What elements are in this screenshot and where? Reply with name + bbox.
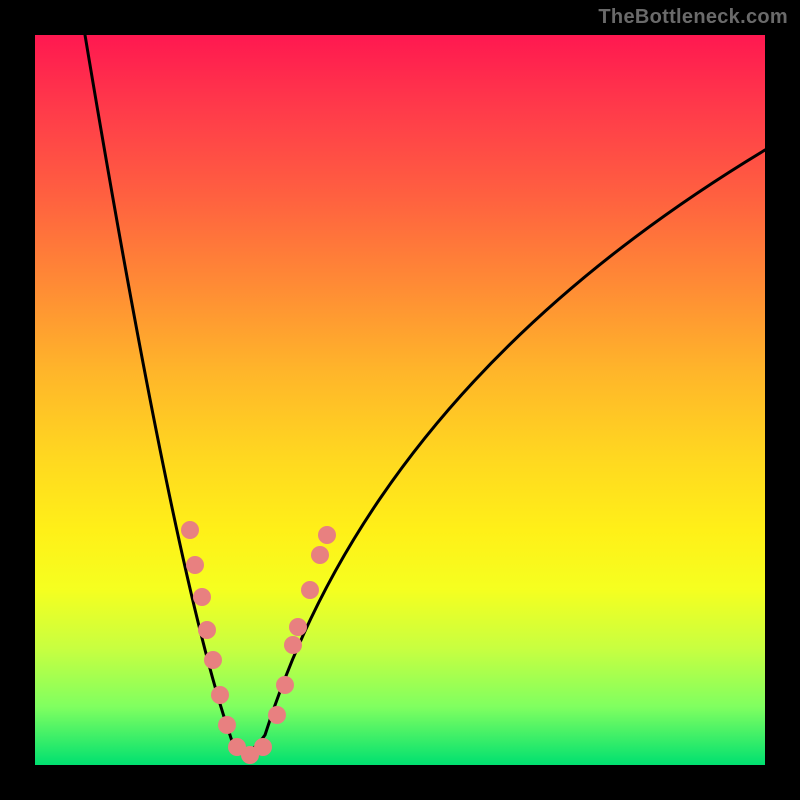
watermark-label: TheBottleneck.com — [598, 6, 788, 29]
dot — [193, 588, 211, 606]
dot — [318, 526, 336, 544]
dot — [211, 686, 229, 704]
data-dots — [35, 35, 765, 765]
dot — [181, 521, 199, 539]
dot — [289, 618, 307, 636]
dot — [301, 581, 319, 599]
dot — [276, 676, 294, 694]
dot — [204, 651, 222, 669]
dot — [254, 738, 272, 756]
dot — [268, 706, 286, 724]
stage: TheBottleneck.com — [0, 0, 800, 800]
dot — [311, 546, 329, 564]
dot — [284, 636, 302, 654]
dot — [186, 556, 204, 574]
dot — [218, 716, 236, 734]
dot — [198, 621, 216, 639]
plot-area — [35, 35, 765, 765]
